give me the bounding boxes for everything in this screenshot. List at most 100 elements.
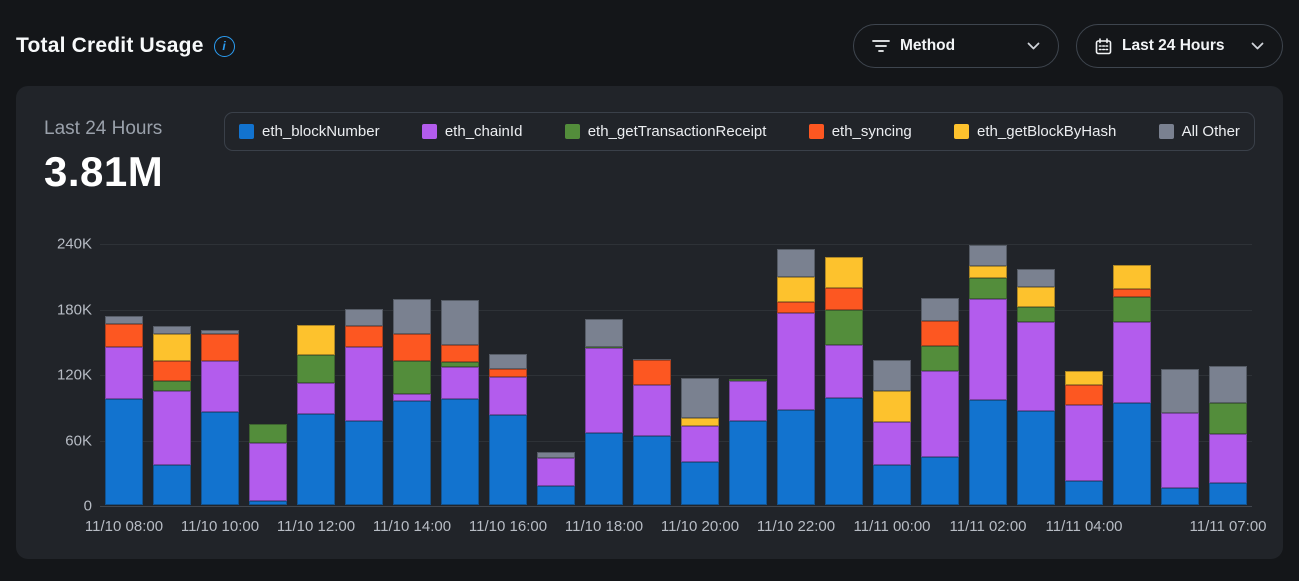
bar-segment-eth_blockNumber[interactable] bbox=[921, 457, 959, 505]
bar-segment-eth_getBlockByHash[interactable] bbox=[1113, 265, 1151, 289]
bar-segment-eth_getTransactionReceipt[interactable] bbox=[1209, 403, 1247, 434]
bar-segment-eth_blockNumber[interactable] bbox=[1161, 488, 1199, 505]
bar-segment-eth_getBlockByHash[interactable] bbox=[873, 391, 911, 422]
bar-segment-eth_getBlockByHash[interactable] bbox=[1017, 287, 1055, 308]
bar-segment-eth_chainId[interactable] bbox=[873, 422, 911, 465]
bar-segment-eth_getTransactionReceipt[interactable] bbox=[393, 361, 431, 394]
bar-segment-eth_getBlockByHash[interactable] bbox=[825, 257, 863, 288]
bar-column[interactable] bbox=[724, 244, 772, 506]
legend-item-eth_getBlockByHash[interactable]: eth_getBlockByHash bbox=[954, 123, 1116, 140]
bar-segment-eth_syncing[interactable] bbox=[201, 334, 239, 361]
bar-segment-eth_blockNumber[interactable] bbox=[153, 465, 191, 505]
bar-segment-eth_blockNumber[interactable] bbox=[1209, 483, 1247, 505]
bar-segment-eth_syncing[interactable] bbox=[921, 321, 959, 346]
bar-column[interactable] bbox=[196, 244, 244, 506]
bar-segment-eth_getTransactionReceipt[interactable] bbox=[969, 278, 1007, 299]
bar-column[interactable] bbox=[1060, 244, 1108, 506]
bar-column[interactable] bbox=[580, 244, 628, 506]
bar-segment-eth_syncing[interactable] bbox=[633, 360, 671, 385]
bar-segment-eth_getTransactionReceipt[interactable] bbox=[249, 424, 287, 443]
bar-column[interactable] bbox=[916, 244, 964, 506]
bar-segment-eth_blockNumber[interactable] bbox=[105, 399, 143, 505]
bar-segment-eth_chainId[interactable] bbox=[969, 299, 1007, 401]
bar-column[interactable] bbox=[148, 244, 196, 506]
bar-segment-eth_syncing[interactable] bbox=[105, 324, 143, 347]
bar-segment-All Other[interactable] bbox=[681, 378, 719, 417]
bar-segment-eth_blockNumber[interactable] bbox=[873, 465, 911, 505]
bar-column[interactable] bbox=[868, 244, 916, 506]
bar-segment-eth_chainId[interactable] bbox=[345, 347, 383, 421]
info-icon[interactable]: i bbox=[214, 36, 235, 57]
bar-segment-eth_getTransactionReceipt[interactable] bbox=[297, 355, 335, 382]
bar-segment-eth_chainId[interactable] bbox=[1065, 405, 1103, 481]
bar-segment-eth_blockNumber[interactable] bbox=[825, 398, 863, 505]
bar-segment-eth_chainId[interactable] bbox=[249, 443, 287, 501]
bar-segment-eth_chainId[interactable] bbox=[153, 391, 191, 464]
bar-segment-All Other[interactable] bbox=[441, 300, 479, 345]
bar-segment-eth_chainId[interactable] bbox=[1113, 322, 1151, 404]
legend-item-eth_chainId[interactable]: eth_chainId bbox=[422, 123, 523, 140]
bar-segment-eth_chainId[interactable] bbox=[585, 348, 623, 433]
bar-column[interactable] bbox=[676, 244, 724, 506]
bar-segment-All Other[interactable] bbox=[489, 354, 527, 368]
bar-column[interactable] bbox=[292, 244, 340, 506]
bar-segment-eth_syncing[interactable] bbox=[777, 302, 815, 313]
bar-segment-eth_syncing[interactable] bbox=[489, 369, 527, 378]
bar-column[interactable] bbox=[436, 244, 484, 506]
bar-segment-All Other[interactable] bbox=[1017, 269, 1055, 286]
bar-segment-eth_blockNumber[interactable] bbox=[777, 410, 815, 505]
bar-segment-eth_blockNumber[interactable] bbox=[345, 421, 383, 505]
bar-segment-eth_blockNumber[interactable] bbox=[729, 421, 767, 505]
bar-segment-eth_chainId[interactable] bbox=[681, 426, 719, 462]
bar-segment-eth_chainId[interactable] bbox=[633, 385, 671, 436]
bar-column[interactable] bbox=[964, 244, 1012, 506]
bar-segment-eth_blockNumber[interactable] bbox=[201, 412, 239, 505]
bar-segment-eth_chainId[interactable] bbox=[921, 371, 959, 457]
bar-column[interactable] bbox=[1108, 244, 1156, 506]
bar-segment-eth_getBlockByHash[interactable] bbox=[969, 266, 1007, 278]
bar-column[interactable] bbox=[1156, 244, 1204, 506]
legend-item-eth_syncing[interactable]: eth_syncing bbox=[809, 123, 912, 140]
bar-column[interactable] bbox=[772, 244, 820, 506]
bar-segment-eth_chainId[interactable] bbox=[441, 367, 479, 399]
bar-segment-eth_getBlockByHash[interactable] bbox=[1065, 371, 1103, 385]
bar-segment-eth_chainId[interactable] bbox=[1209, 434, 1247, 483]
bar-segment-eth_blockNumber[interactable] bbox=[633, 436, 671, 505]
bar-segment-eth_syncing[interactable] bbox=[393, 334, 431, 361]
legend-item-eth_blockNumber[interactable]: eth_blockNumber bbox=[239, 123, 380, 140]
bar-segment-eth_chainId[interactable] bbox=[393, 394, 431, 402]
bar-segment-eth_blockNumber[interactable] bbox=[489, 415, 527, 505]
bar-segment-All Other[interactable] bbox=[1161, 369, 1199, 414]
bar-segment-eth_blockNumber[interactable] bbox=[585, 433, 623, 505]
bar-segment-All Other[interactable] bbox=[921, 298, 959, 321]
bar-column[interactable] bbox=[820, 244, 868, 506]
bar-segment-eth_chainId[interactable] bbox=[489, 377, 527, 415]
bar-segment-eth_syncing[interactable] bbox=[345, 326, 383, 347]
bar-segment-All Other[interactable] bbox=[873, 360, 911, 392]
bar-segment-eth_chainId[interactable] bbox=[105, 347, 143, 399]
bar-column[interactable] bbox=[628, 244, 676, 506]
bar-segment-All Other[interactable] bbox=[393, 299, 431, 334]
bar-segment-eth_chainId[interactable] bbox=[777, 313, 815, 410]
bar-segment-eth_chainId[interactable] bbox=[825, 345, 863, 398]
bar-segment-All Other[interactable] bbox=[1209, 366, 1247, 403]
bar-segment-eth_syncing[interactable] bbox=[1113, 289, 1151, 297]
bar-segment-eth_syncing[interactable] bbox=[1065, 385, 1103, 405]
bar-segment-eth_getTransactionReceipt[interactable] bbox=[1113, 297, 1151, 322]
bar-segment-eth_syncing[interactable] bbox=[153, 361, 191, 381]
bar-segment-All Other[interactable] bbox=[153, 326, 191, 334]
bar-segment-eth_getTransactionReceipt[interactable] bbox=[825, 310, 863, 345]
bar-column[interactable] bbox=[340, 244, 388, 506]
bar-segment-eth_blockNumber[interactable] bbox=[393, 401, 431, 505]
bar-segment-eth_chainId[interactable] bbox=[537, 458, 575, 486]
bar-segment-eth_blockNumber[interactable] bbox=[537, 486, 575, 505]
legend-item-eth_getTransactionReceipt[interactable]: eth_getTransactionReceipt bbox=[565, 123, 767, 140]
bar-column[interactable] bbox=[532, 244, 580, 506]
time-range-dropdown[interactable]: Last 24 Hours bbox=[1076, 24, 1283, 68]
bar-segment-eth_getBlockByHash[interactable] bbox=[777, 277, 815, 302]
bar-segment-eth_getBlockByHash[interactable] bbox=[153, 334, 191, 361]
bar-segment-All Other[interactable] bbox=[777, 249, 815, 277]
bar-column[interactable] bbox=[1204, 244, 1252, 506]
bar-segment-All Other[interactable] bbox=[345, 309, 383, 326]
bar-segment-eth_chainId[interactable] bbox=[729, 381, 767, 421]
